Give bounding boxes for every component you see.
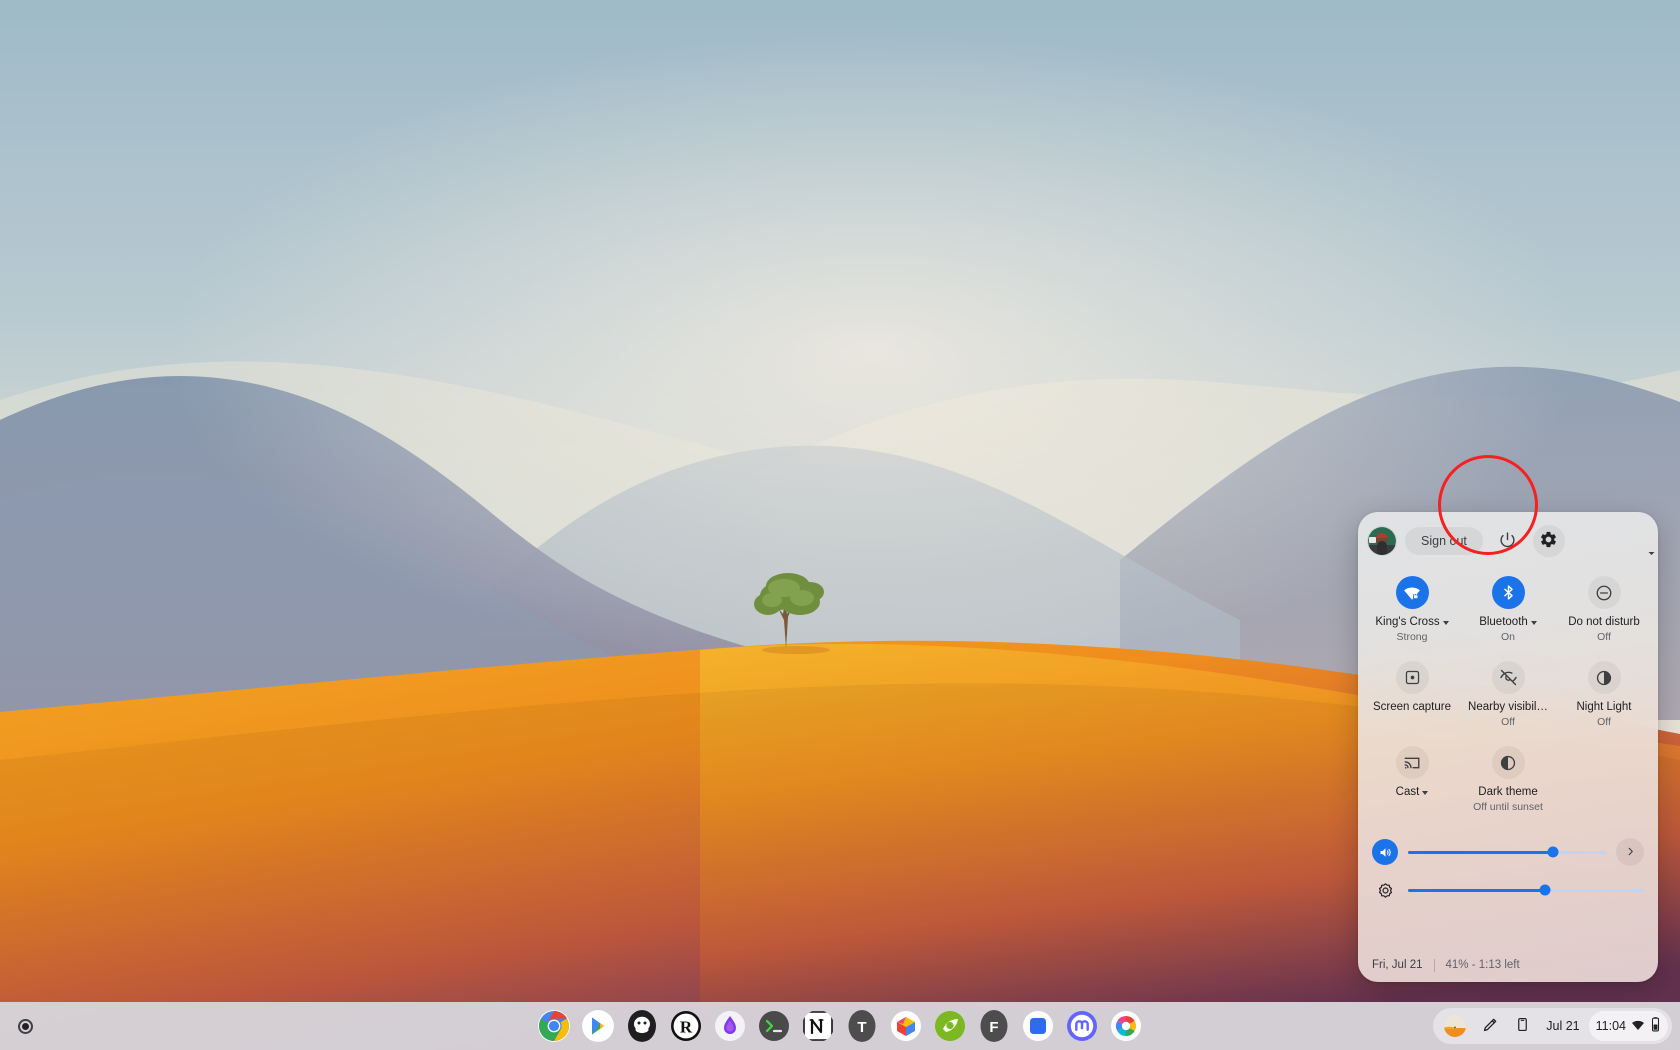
tile-do-not-disturb[interactable]: Do not disturb Off — [1556, 570, 1652, 651]
settings-button[interactable] — [1533, 525, 1565, 557]
bluetooth-icon — [1492, 576, 1525, 609]
chevron-down-icon[interactable] — [1422, 791, 1428, 795]
shelf-app-r-app[interactable]: R — [670, 1010, 702, 1042]
shelf-app-terminal[interactable] — [758, 1010, 790, 1042]
quick-settings-sliders — [1358, 821, 1658, 913]
avatar[interactable] — [1368, 527, 1396, 555]
tile-night-light[interactable]: Night Light Off — [1556, 655, 1652, 736]
screen-capture-icon — [1396, 661, 1429, 694]
tile-sub-wifi: Strong — [1397, 631, 1428, 643]
tile-label-dark-theme: Dark theme — [1478, 786, 1537, 799]
stylus-icon — [1482, 1017, 1498, 1036]
do-not-disturb-icon — [1588, 576, 1621, 609]
sign-out-button[interactable]: Sign out — [1405, 527, 1483, 555]
tile-sub-dark-theme: Off until sunset — [1473, 801, 1543, 813]
battery-status[interactable]: 41% - 1:13 left — [1446, 959, 1520, 971]
tile-screen-capture[interactable]: Screen capture — [1364, 655, 1460, 736]
gear-icon — [1539, 530, 1558, 552]
shelf-app-purple-app[interactable] — [714, 1010, 746, 1042]
shelf-app-play-store[interactable] — [582, 1010, 614, 1042]
chevron-down-icon[interactable] — [1531, 621, 1537, 625]
chevron-down-icon — [1647, 549, 1656, 561]
system-tray[interactable]: Jul 21 11:04 — [1433, 1008, 1672, 1044]
tile-label-wifi: King's Cross — [1375, 616, 1439, 629]
volume-slider-row — [1372, 833, 1644, 871]
brightness-slider-row — [1372, 871, 1644, 909]
quick-settings-footer: Fri, Jul 21 41% - 1:13 left — [1358, 948, 1658, 982]
launcher-icon — [18, 1019, 33, 1034]
shelf-app-chrome[interactable] — [538, 1010, 570, 1042]
cast-icon — [1396, 746, 1429, 779]
tray-time-label: 11:04 — [1596, 1019, 1626, 1033]
tile-sub-night-light: Off — [1597, 716, 1611, 728]
quick-settings-panel[interactable]: Sign out — [1358, 512, 1658, 982]
tile-label-nearby-visibility: Nearby visibil… — [1468, 701, 1548, 714]
wallpaper-button[interactable] — [1437, 1011, 1473, 1041]
shelf-app-t-app[interactable]: T — [846, 1010, 878, 1042]
nearby-visibility-off-icon — [1492, 661, 1525, 694]
shelf-app-f-app[interactable]: F — [978, 1010, 1010, 1042]
status-area-button[interactable]: 11:04 — [1589, 1011, 1668, 1041]
brightness-slider[interactable] — [1408, 889, 1644, 892]
shelf-app-chrome-canary[interactable] — [1110, 1010, 1142, 1042]
shelf-app-mastodon[interactable] — [1066, 1010, 1098, 1042]
night-light-icon — [1588, 661, 1621, 694]
svg-text:T: T — [857, 1019, 866, 1036]
tile-label-do-not-disturb: Do not disturb — [1568, 616, 1640, 629]
tile-sub-bluetooth: On — [1501, 631, 1515, 643]
chevron-right-icon — [1625, 845, 1636, 860]
volume-up-icon[interactable] — [1372, 839, 1398, 865]
tile-wifi[interactable]: King's Cross Strong — [1364, 570, 1460, 651]
tile-dark-theme[interactable]: Dark theme Off until sunset — [1460, 740, 1556, 821]
quick-settings-tiles: King's Cross Strong Bluetooth On — [1358, 566, 1658, 821]
shelf: R — [0, 1002, 1680, 1050]
tile-label-bluetooth: Bluetooth — [1479, 616, 1528, 629]
collapse-button[interactable] — [1642, 546, 1658, 564]
brightness-icon — [1372, 877, 1398, 903]
audio-settings-button[interactable] — [1616, 838, 1644, 866]
tile-label-screen-capture: Screen capture — [1373, 701, 1451, 714]
tray-date-label: Jul 21 — [1546, 1019, 1579, 1033]
svg-text:F: F — [989, 1019, 998, 1036]
wallpaper-icon — [1444, 1015, 1466, 1037]
tile-bluetooth[interactable]: Bluetooth On — [1460, 570, 1556, 651]
tile-sub-do-not-disturb: Off — [1597, 631, 1611, 643]
footer-divider — [1434, 959, 1435, 972]
launcher-button[interactable] — [8, 1009, 42, 1043]
tile-label-night-light: Night Light — [1577, 701, 1632, 714]
shelf-app-colorbox-app[interactable] — [890, 1010, 922, 1042]
wifi-icon — [1631, 1018, 1645, 1035]
shelf-app-notion[interactable] — [802, 1010, 834, 1042]
dark-theme-icon — [1492, 746, 1525, 779]
svg-text:R: R — [680, 1018, 693, 1037]
tile-cast[interactable]: Cast — [1364, 740, 1460, 821]
shelf-app-dark-oval-app[interactable] — [626, 1010, 658, 1042]
tile-nearby-visibility[interactable]: Nearby visibil… Off — [1460, 655, 1556, 736]
shelf-app-icons: R — [538, 1010, 1142, 1042]
chevron-down-icon[interactable] — [1443, 621, 1449, 625]
stylus-button[interactable] — [1475, 1011, 1505, 1041]
calendar-date-button[interactable]: Jul 21 — [1539, 1011, 1586, 1041]
shelf-app-blue-square-app[interactable] — [1022, 1010, 1054, 1042]
tile-label-cast: Cast — [1396, 786, 1420, 799]
tile-sub-nearby-visibility: Off — [1501, 716, 1515, 728]
battery-icon — [1650, 1017, 1661, 1035]
wifi-locked-icon — [1396, 576, 1429, 609]
shelf-app-green-app[interactable] — [934, 1010, 966, 1042]
phone-icon — [1515, 1017, 1530, 1035]
quick-settings-header: Sign out — [1358, 512, 1658, 566]
power-button[interactable] — [1492, 525, 1524, 557]
phone-hub-button[interactable] — [1507, 1011, 1537, 1041]
power-icon — [1499, 531, 1516, 551]
date-label[interactable]: Fri, Jul 21 — [1372, 959, 1423, 971]
volume-slider[interactable] — [1408, 851, 1606, 854]
